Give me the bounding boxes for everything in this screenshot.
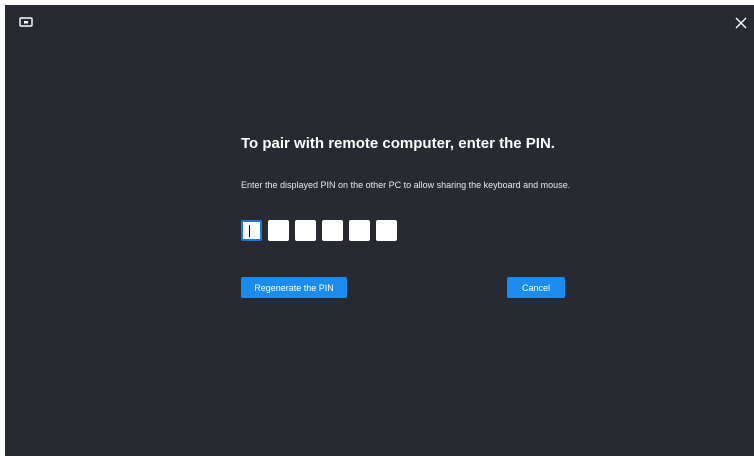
pin-digit-4[interactable] bbox=[322, 220, 343, 241]
pin-digit-2[interactable] bbox=[268, 220, 289, 241]
pin-digit-3[interactable] bbox=[295, 220, 316, 241]
pairing-window: To pair with remote computer, enter the … bbox=[5, 5, 754, 456]
close-icon[interactable] bbox=[732, 14, 750, 32]
regenerate-pin-button[interactable]: Regenerate the PIN bbox=[241, 277, 347, 298]
dialog-title: To pair with remote computer, enter the … bbox=[241, 135, 555, 152]
monitor-icon bbox=[19, 17, 33, 27]
cancel-button[interactable]: Cancel bbox=[507, 277, 565, 298]
pin-input-group bbox=[241, 220, 397, 241]
pin-digit-5[interactable] bbox=[349, 220, 370, 241]
pin-digit-1[interactable] bbox=[241, 220, 262, 241]
dialog-instructions: Enter the displayed PIN on the other PC … bbox=[241, 180, 571, 190]
pin-digit-6[interactable] bbox=[376, 220, 397, 241]
